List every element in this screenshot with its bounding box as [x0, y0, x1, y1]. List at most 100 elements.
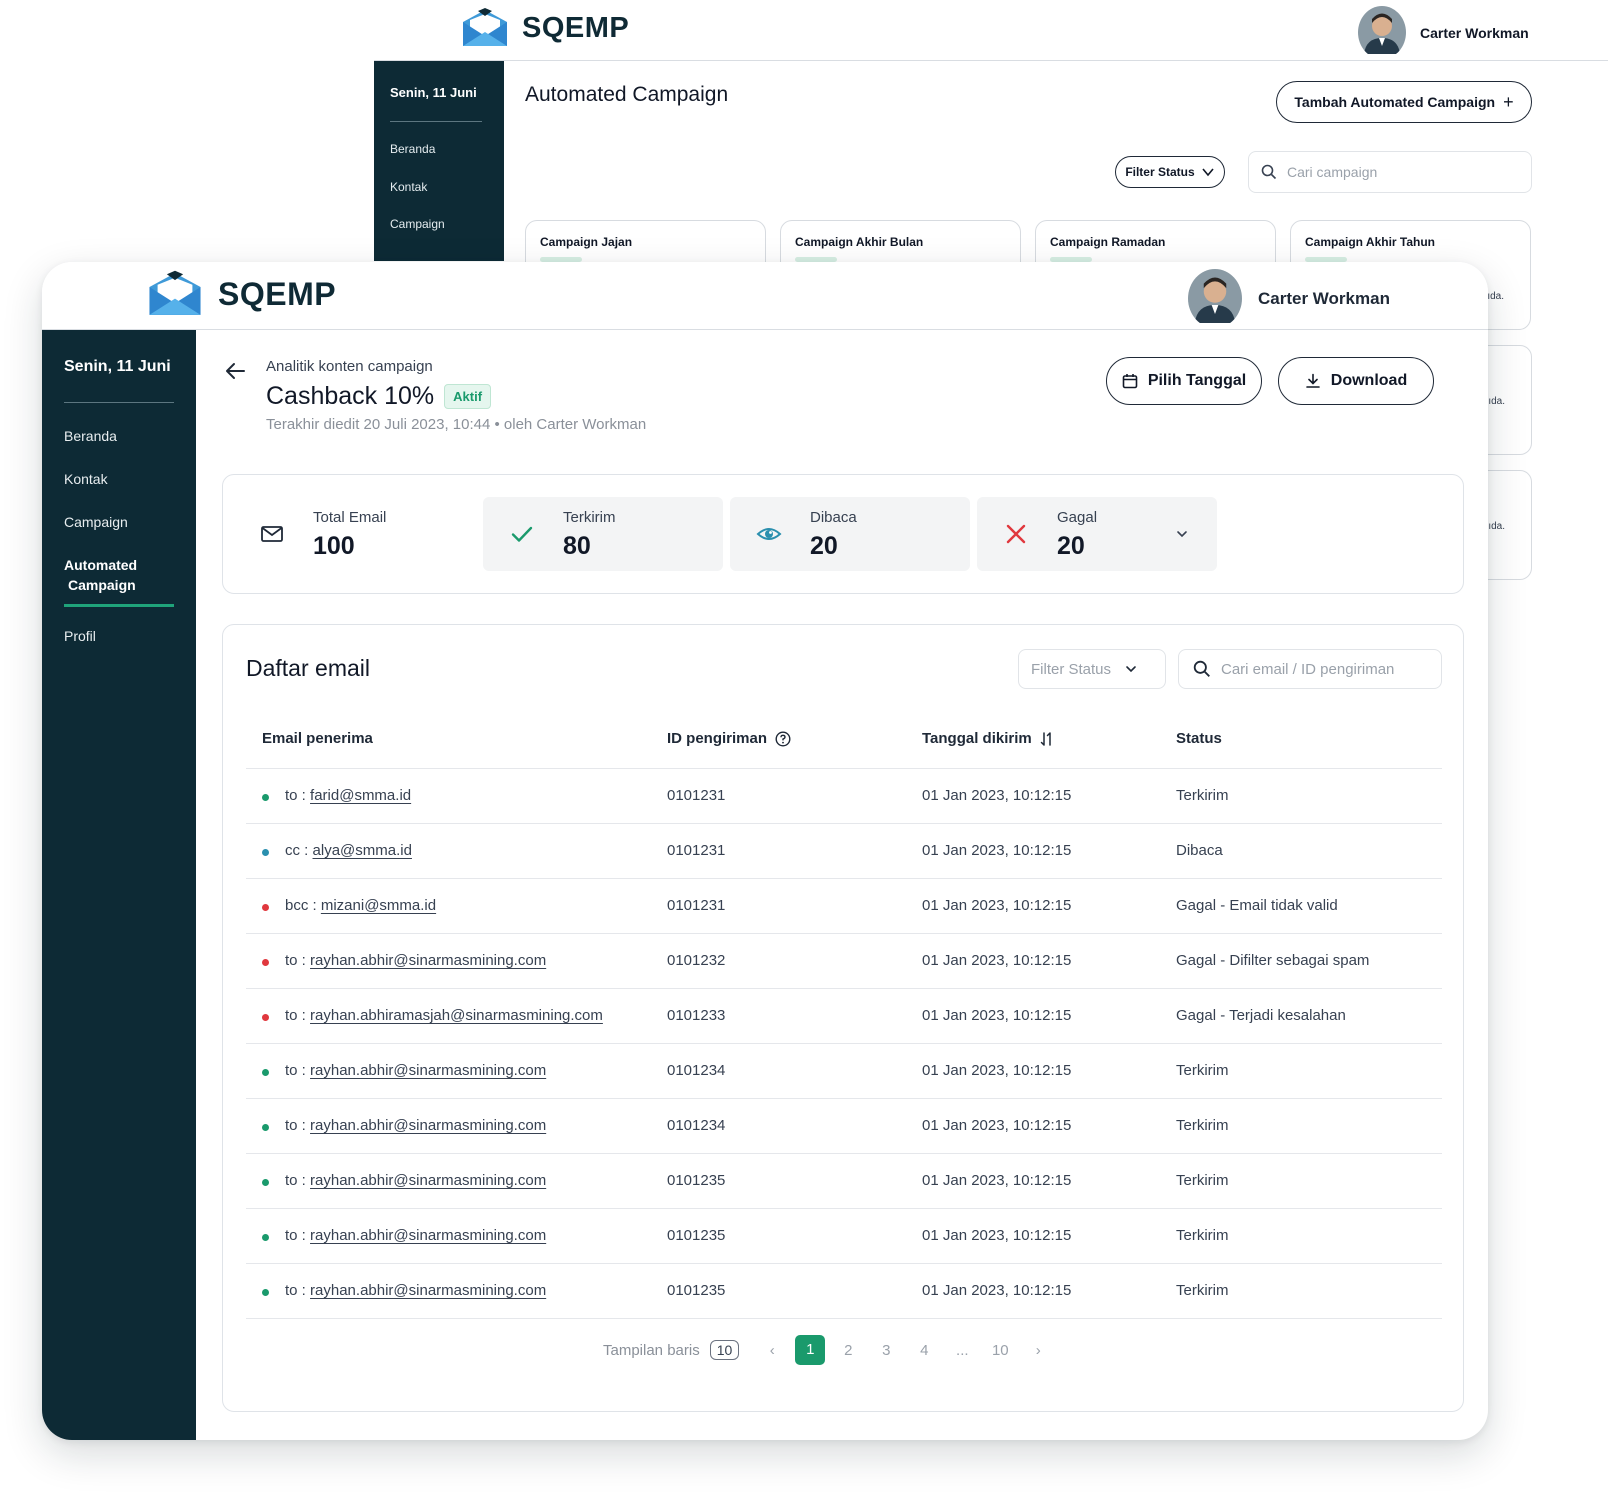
title-row: Cashback 10% Aktif [266, 382, 492, 411]
bg-user-name: Carter Workman [1420, 24, 1529, 41]
table-row[interactable]: to : rayhan.abhir@sinarmasmining.com 0101… [246, 1264, 1442, 1319]
bg-logo: SQEMP [460, 8, 629, 48]
page-button-10[interactable]: 10 [981, 1342, 1019, 1359]
bg-filter-label: Filter Status [1125, 165, 1195, 179]
bg-add-campaign-label: Tambah Automated Campaign [1294, 94, 1496, 110]
bg-card-snippet: ıda. [1487, 291, 1504, 302]
pick-date-button[interactable]: Pilih Tanggal [1106, 357, 1262, 405]
recipient-email-link[interactable]: alya@smma.id [313, 842, 412, 859]
status-cell: Terkirim [1176, 1227, 1229, 1244]
delivery-id-cell: 0101232 [667, 952, 726, 969]
recipient-email-link[interactable]: rayhan.abhir@sinarmasmining.com [310, 1227, 546, 1244]
recipient-prefix: to : [285, 1117, 306, 1134]
chevron-down-icon[interactable] [1175, 527, 1189, 541]
delivery-id-cell: 0101235 [667, 1282, 726, 1299]
recipient-email-link[interactable]: rayhan.abhir@sinarmasmining.com [310, 1172, 546, 1189]
recipient-cell: to : rayhan.abhir@sinarmasmining.com [285, 1117, 546, 1134]
sidebar-item-campaign[interactable]: Campaign [64, 512, 128, 532]
sidebar-item-profil[interactable]: Profil [64, 626, 96, 646]
download-button[interactable]: Download [1278, 357, 1434, 405]
page-button-2[interactable]: 2 [829, 1342, 867, 1359]
recipient-email-link[interactable]: rayhan.abhir@sinarmasmining.com [310, 1117, 546, 1134]
bg-card-snippet: ıda. [1488, 396, 1505, 407]
search-icon [1261, 164, 1277, 180]
bg-filter-status[interactable]: Filter Status [1115, 156, 1225, 188]
sort-icon[interactable] [1040, 731, 1054, 747]
bg-add-campaign-button[interactable]: Tambah Automated Campaign + [1276, 81, 1532, 123]
bg-sidebar-item-kontak[interactable]: Kontak [390, 180, 427, 194]
bg-avatar [1358, 6, 1406, 59]
sidebar-item-beranda[interactable]: Beranda [64, 426, 117, 446]
filter-status-select[interactable]: Filter Status [1018, 649, 1166, 689]
recipient-email-link[interactable]: rayhan.abhiramasjah@sinarmasmining.com [310, 1007, 603, 1024]
prev-page-button[interactable]: ‹ [753, 1342, 791, 1359]
bg-card-title: Campaign Ramadan [1050, 235, 1166, 249]
bg-sidebar-item-beranda[interactable]: Beranda [390, 142, 435, 156]
recipient-cell: to : rayhan.abhir@sinarmasmining.com [285, 1227, 546, 1244]
email-search[interactable] [1178, 649, 1442, 689]
table-row[interactable]: to : farid@smma.id 0101231 01 Jan 2023, 10… [246, 769, 1442, 824]
top-header: SQEMP Carter Workman [42, 262, 1488, 330]
recipient-email-link[interactable]: mizani@smma.id [321, 897, 436, 914]
next-page-button[interactable]: › [1019, 1342, 1057, 1359]
table-row[interactable]: to : rayhan.abhir@sinarmasmining.com 0101… [246, 934, 1442, 989]
sidebar-item-automated-campaign[interactable]: Automated Campaign [64, 555, 137, 595]
recipient-cell: to : rayhan.abhir@sinarmasmining.com [285, 1172, 546, 1189]
column-header-date[interactable]: Tanggal dikirim [922, 730, 1054, 747]
delivery-id-cell: 0101231 [667, 787, 726, 804]
table-row[interactable]: to : rayhan.abhir@sinarmasmining.com 0101… [246, 1044, 1442, 1099]
pagination: Tampilan baris 10 ‹ 1 2 3 4 ... 10 › [603, 1335, 1057, 1365]
sidebar-item-kontak[interactable]: Kontak [64, 469, 108, 489]
bg-user-menu[interactable]: Carter Workman [1358, 6, 1529, 59]
column-label: Tanggal dikirim [922, 730, 1032, 747]
stat-gagal[interactable]: Gagal 20 [977, 497, 1217, 571]
column-header-status[interactable]: Status [1176, 730, 1222, 747]
sent-date-cell: 01 Jan 2023, 10:12:15 [922, 1062, 1072, 1079]
bg-sidebar-item-campaign[interactable]: Campaign [390, 217, 445, 231]
status-dot [262, 1069, 269, 1076]
sidebar-active-indicator [64, 604, 174, 607]
table-row[interactable]: to : rayhan.abhir@sinarmasmining.com 0101… [246, 1099, 1442, 1154]
rows-per-page-select[interactable]: 10 [709, 1340, 740, 1360]
delivery-id-cell: 0101235 [667, 1227, 726, 1244]
plus-icon: + [1503, 91, 1514, 112]
bg-header: SQEMP Carter Workman [374, 0, 1608, 61]
user-menu[interactable]: Carter Workman [1188, 269, 1390, 328]
stat-dibaca[interactable]: Dibaca 20 [730, 497, 970, 571]
recipient-email-link[interactable]: farid@smma.id [310, 787, 411, 804]
status-cell: Terkirim [1176, 787, 1229, 804]
stat-label: Total Email [313, 509, 387, 526]
column-label: ID pengiriman [667, 730, 768, 747]
sent-date-cell: 01 Jan 2023, 10:12:15 [922, 952, 1072, 969]
bg-brand: SQEMP [522, 11, 630, 44]
column-header-id[interactable]: ID pengiriman [667, 730, 791, 747]
sent-date-cell: 01 Jan 2023, 10:12:15 [922, 897, 1072, 914]
recipient-prefix: to : [285, 787, 306, 804]
status-dot [262, 1124, 269, 1131]
email-search-input[interactable] [1221, 660, 1431, 678]
table-row[interactable]: to : rayhan.abhiramasjah@sinarmasmining.… [246, 989, 1442, 1044]
logo: SQEMP [146, 270, 336, 318]
table-row[interactable]: cc : alya@smma.id 0101231 01 Jan 2023, 10:… [246, 824, 1442, 879]
email-table: Email penerima ID pengiriman Tanggal dik… [246, 713, 1442, 1319]
help-circle-icon[interactable] [775, 730, 791, 747]
recipient-email-link[interactable]: rayhan.abhir@sinarmasmining.com [310, 1062, 546, 1079]
app-window: SQEMP Carter Workman Senin, 11 Juni Bera… [42, 262, 1488, 1440]
back-arrow-icon[interactable] [224, 360, 246, 382]
status-dot [262, 1179, 269, 1186]
table-row[interactable]: to : rayhan.abhir@sinarmasmining.com 0101… [246, 1209, 1442, 1264]
column-header-email[interactable]: Email penerima [262, 730, 373, 747]
page-button-3[interactable]: 3 [867, 1342, 905, 1359]
table-row[interactable]: bcc : mizani@smma.id 0101231 01 Jan 2023, … [246, 879, 1442, 934]
page-button-1[interactable]: 1 [795, 1335, 826, 1365]
sent-date-cell: 01 Jan 2023, 10:12:15 [922, 1117, 1072, 1134]
stat-terkirim[interactable]: Terkirim 80 [483, 497, 723, 571]
delivery-id-cell: 0101231 [667, 842, 726, 859]
bg-search-input[interactable]: Cari campaign [1248, 151, 1532, 193]
table-row[interactable]: to : rayhan.abhir@sinarmasmining.com 0101… [246, 1154, 1442, 1209]
table-body: to : farid@smma.id 0101231 01 Jan 2023, 10… [246, 769, 1442, 1319]
recipient-email-link[interactable]: rayhan.abhir@sinarmasmining.com [310, 1282, 546, 1299]
delivery-id-cell: 0101231 [667, 897, 726, 914]
page-button-4[interactable]: 4 [905, 1342, 943, 1359]
recipient-email-link[interactable]: rayhan.abhir@sinarmasmining.com [310, 952, 546, 969]
